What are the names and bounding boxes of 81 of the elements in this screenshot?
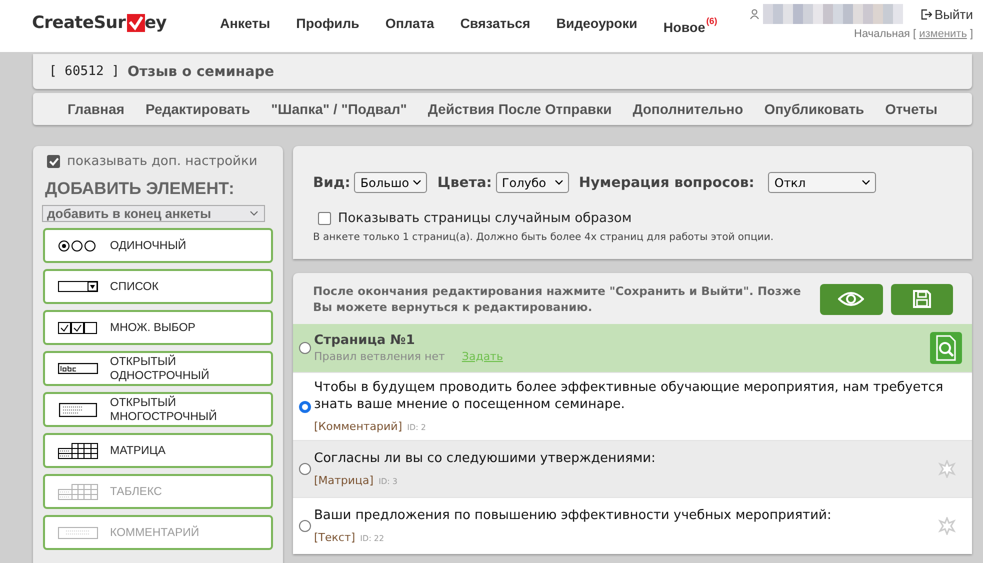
eye-icon — [838, 291, 864, 307]
menu-link[interactable]: Новое$^{(6)}$ — [663, 16, 718, 35]
logo-text[interactable]: CreateSur — [32, 13, 126, 33]
radio-options-icon — [58, 240, 98, 252]
question-id: ID: 22 — [360, 534, 384, 543]
select-field[interactable]: Откл — [768, 172, 876, 193]
field-label: Нумерация вопросов: — [578, 174, 754, 190]
radio-button[interactable] — [299, 463, 311, 475]
field-label: Цвета: — [437, 174, 492, 190]
menu-link[interactable]: Профиль — [296, 16, 360, 35]
menu-link[interactable]: Оплата — [385, 16, 434, 35]
add-element-button[interactable]: ОТКРЫТЫЙ ОДНОСТРОЧНЫЙ — [43, 351, 273, 386]
chevron-down-icon — [250, 211, 258, 216]
add-element-button[interactable]: ОДИНОЧНЫЙ — [43, 228, 273, 263]
chevron-down-icon — [862, 180, 870, 185]
page-title: Страница №1 — [314, 333, 416, 348]
survey-id: [ 60512 ] — [49, 64, 120, 79]
question-type: [Текст] — [314, 531, 356, 544]
chevron-down-icon — [554, 180, 563, 185]
bracket-text: [ — [913, 28, 916, 40]
nav-tab[interactable]: Опубликовать — [764, 101, 864, 117]
survey-title: Отзыв о семинаре — [127, 64, 274, 80]
nav-tab[interactable]: Главная — [68, 101, 124, 117]
user-icon — [750, 9, 758, 19]
add-element-button[interactable]: СПИСОК — [43, 269, 273, 304]
question-text: Согласны ли вы со следуюшими утверждениями: — [314, 450, 656, 467]
menu-link[interactable]: Связаться — [460, 16, 530, 35]
position-select[interactable]: добавить в конец анкеты — [42, 205, 265, 222]
radio-button[interactable] — [299, 342, 311, 354]
table-grid-icon — [58, 484, 98, 500]
logo-text[interactable]: ey — [144, 13, 167, 33]
question-row[interactable]: Ваши предложения по повышению эффективности учебных мероприятий: [Текст] ID: 22 — [293, 497, 972, 554]
checkbox-label: показывать доп. настройки — [67, 154, 258, 169]
preview-button[interactable] — [820, 284, 883, 314]
home-label: Начальная — [854, 28, 910, 40]
nav-tab[interactable]: "Шапка" / "Подвал" — [271, 101, 407, 117]
question-type: [Комментарий] — [314, 420, 402, 433]
text-input-icon — [58, 363, 98, 374]
page-preview-button[interactable] — [930, 332, 962, 364]
text-area-icon — [58, 526, 98, 538]
bracket-text: ] — [970, 28, 973, 40]
radio-button[interactable] — [299, 400, 311, 412]
count-label: (6) — [706, 16, 718, 26]
menu-link[interactable]: Анкеты — [220, 16, 270, 35]
checkboxes-icon — [58, 322, 98, 334]
menu-link[interactable]: Видеоуроки — [556, 16, 638, 35]
nav-tab[interactable]: Отчеты — [885, 101, 938, 117]
save-button[interactable] — [890, 284, 953, 314]
logout-link[interactable]: Выйти — [920, 6, 973, 22]
check-logo-icon — [126, 14, 145, 32]
nav-tab[interactable]: Дополнительно — [632, 101, 744, 117]
radio-button[interactable] — [299, 520, 311, 532]
question-id: ID: 2 — [407, 423, 426, 432]
question-type: [Матрица] — [314, 474, 374, 487]
add-element-button[interactable]: МАТРИЦА — [43, 433, 273, 468]
nav-tab[interactable]: Действия После Отправки — [428, 101, 612, 117]
question-text: Ваши предложения по повышению эффективности учебных мероприятий: — [314, 507, 832, 524]
question-text: Чтобы в будущем проводить более эффективные обучающие мероприятия, нам требуется знать ваше мнение о посещенном семинаре. — [314, 379, 944, 413]
hint-text: После окончания редактирования нажмите "Сохранить и Выйти". Позже Вы можете вернуться к редактированию. — [313, 283, 802, 315]
text-area-icon — [58, 402, 96, 416]
chevron-down-icon — [413, 180, 422, 185]
document-search-icon — [936, 335, 956, 361]
checkbox[interactable] — [318, 212, 331, 225]
question-row[interactable]: Чтобы в будущем проводить более эффективные обучающие мероприятия, нам требуется знать ваше мнение о посещенном семинаре. [Комментарий] ID: 2 — [293, 372, 972, 440]
note-text: В анкете только 1 страниц(а). Должно быть более 4х страниц для работы этой опции. — [313, 232, 775, 243]
checkbox-label: Показывать страницы случайным образом — [338, 211, 632, 226]
table-grid-icon — [58, 442, 98, 458]
question-row[interactable]: Согласны ли вы со следуюшими утверждениями: [Матрица] ID: 3 — [293, 440, 972, 497]
question-id: ID: 3 — [378, 477, 398, 486]
checkbox[interactable] — [47, 155, 60, 168]
add-element-button[interactable]: МНОЖ. ВЫБОР — [43, 310, 273, 345]
dropdown-icon — [58, 281, 98, 292]
section-heading: ДОБАВИТЬ ЭЛЕМЕНТ: — [45, 179, 236, 199]
exit-icon — [920, 8, 932, 20]
field-label: Вид: — [313, 174, 350, 190]
add-element-button[interactable]: ОТКРЫТЫЙ МНОГОСТРОЧНЫЙ — [43, 392, 273, 427]
select-field[interactable]: Голубо — [496, 172, 569, 193]
select-field[interactable]: Большо — [354, 172, 428, 193]
rules-text: Правил ветвления нет — [314, 350, 445, 363]
change-link[interactable]: изменить — [919, 28, 967, 40]
nav-tab[interactable]: Редактировать — [145, 101, 250, 117]
